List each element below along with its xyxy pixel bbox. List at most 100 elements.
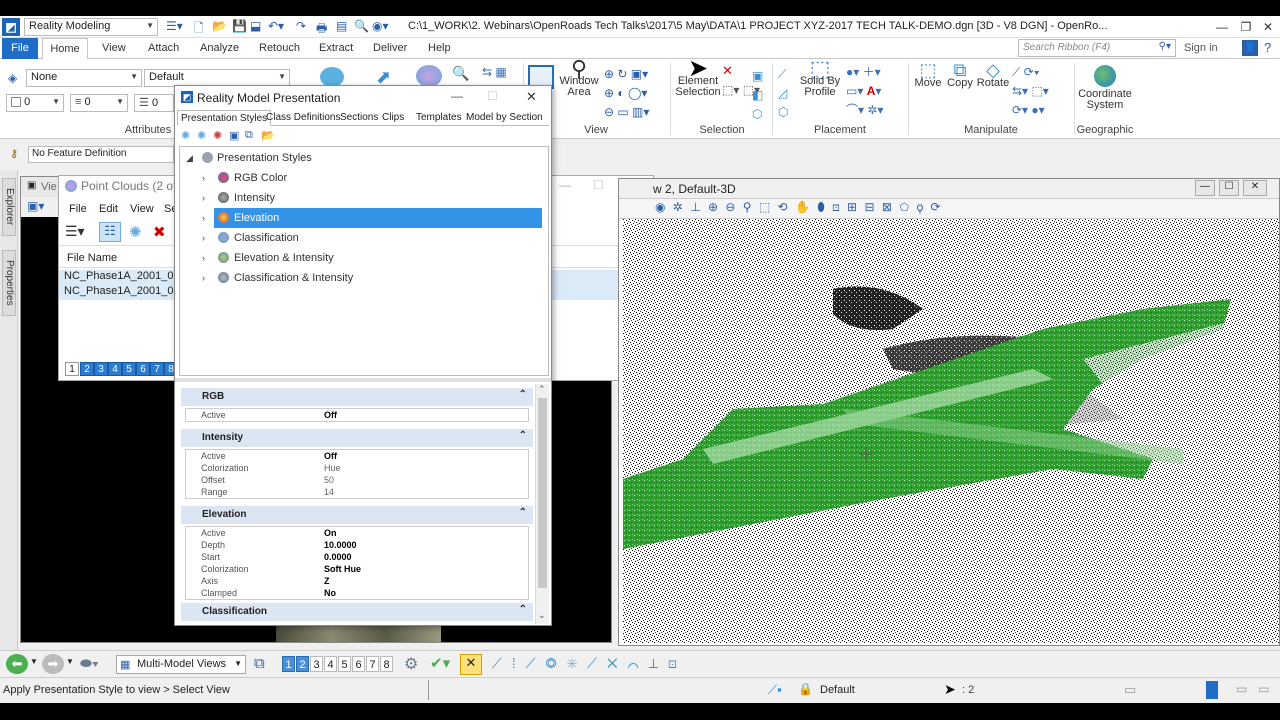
tab-class-definitions[interactable]: Class Definitions <box>263 110 343 126</box>
properties-scrollbar[interactable]: ⌃ ⌄ <box>535 384 549 624</box>
property-value[interactable]: No <box>324 588 336 598</box>
expand-arrow-icon[interactable]: › <box>202 208 205 228</box>
element-selection-button[interactable]: ➤ Element Selection <box>674 57 722 98</box>
tab-retouch[interactable]: Retouch <box>259 42 300 54</box>
copy-button[interactable]: ⧉ Copy <box>944 61 976 89</box>
property-row[interactable]: Axis Z <box>186 576 530 588</box>
splitter[interactable] <box>175 378 551 382</box>
view-button-5[interactable]: 5 <box>338 656 351 672</box>
property-row[interactable]: Offset 50 <box>186 475 530 487</box>
minimize-icon[interactable]: — <box>451 89 463 103</box>
property-value[interactable]: Hue <box>324 463 341 473</box>
collapse-icon[interactable]: ⌃ <box>519 604 527 615</box>
copy-style-icon[interactable]: ✺ <box>197 129 206 142</box>
page-6[interactable]: 6 <box>136 362 150 376</box>
panel-icon[interactable]: ▭ <box>1258 682 1269 696</box>
property-value[interactable]: 0.0000 <box>324 552 352 562</box>
coordinate-system-button[interactable]: Coordinate System <box>1076 65 1134 111</box>
place-line-icon[interactable]: ⟋ ◿ ⬡ <box>778 65 788 122</box>
tree-item-classification-intensity[interactable]: › Classification & Intensity <box>180 268 548 288</box>
section-classification[interactable]: Classification ⌃ <box>181 603 533 621</box>
linestyle-select[interactable]: ☰ 0 <box>134 94 174 112</box>
save-icon[interactable]: 💾 <box>232 19 247 33</box>
details-view-icon[interactable]: ☷ <box>99 222 121 242</box>
find-tool-icon[interactable]: 🔍 <box>452 65 469 82</box>
view-button-8[interactable]: 8 <box>380 656 393 672</box>
manipulate-tools-icon[interactable]: ⟋ ⟳▾ ⇆▾ ⬚▾ ⟳▾ ●▾ <box>1012 63 1049 120</box>
list-view-icon[interactable]: ☰▾ <box>65 223 85 240</box>
maximize-icon[interactable]: ☐ <box>1219 180 1239 196</box>
color-select[interactable]: 0 ▼ <box>6 94 64 112</box>
collapse-icon[interactable]: ⌃ <box>519 507 527 518</box>
collapse-arrow-icon[interactable]: ◢ <box>186 148 193 168</box>
properties-icon[interactable]: ▤ <box>336 19 347 33</box>
solid-by-profile-button[interactable]: ⬚ Solid By Profile <box>798 58 842 98</box>
workflow-select[interactable]: Reality Modeling ▼ <box>24 18 158 36</box>
minimize-icon[interactable]: — <box>1195 180 1215 196</box>
move-button[interactable]: ⬚ Move <box>912 61 944 89</box>
maximize-icon[interactable]: ☐ <box>593 178 604 192</box>
help-icon[interactable]: ? <box>1264 40 1271 55</box>
restore-icon[interactable]: ❐ <box>1236 18 1256 36</box>
scroll-thumb[interactable] <box>538 398 547 588</box>
view-tools-icon[interactable]: ⊕ ↻ ▣▾ ⊕ ◐ ◯▾ ⊖ ▭ ▥▾ <box>604 65 664 122</box>
tree-item-intensity[interactable]: › Intensity <box>180 188 548 208</box>
property-row[interactable]: Clamped No <box>186 588 530 600</box>
minimize-icon[interactable]: — <box>559 178 571 192</box>
tab-sections[interactable]: Sections <box>337 110 381 126</box>
dialog-titlebar[interactable]: ◩ Reality Model Presentation — ☐ ✕ <box>175 86 551 110</box>
design-history-icon[interactable]: ▭ <box>1124 682 1136 698</box>
notifications-icon[interactable]: ▭ <box>1236 682 1247 696</box>
minimize-icon[interactable]: — <box>1212 18 1232 36</box>
expand-arrow-icon[interactable]: › <box>202 168 205 188</box>
view-button-1[interactable]: 1 <box>282 656 295 672</box>
view-controls-icon[interactable]: ◉ ✲ ⊥ ⊕ ⊖ ⚲ ⬚ ⟲ ✋ ⬮ ⊡ ⊞ ⊟ ⊠ ⬠ ⚲ ⟳ <box>655 200 943 215</box>
property-value[interactable]: Z <box>324 576 330 586</box>
column-file-name[interactable]: File Name <box>67 252 117 264</box>
property-row[interactable]: Colorization Soft Hue <box>186 564 530 576</box>
collapse-icon[interactable]: ⌃ <box>519 430 527 441</box>
shape-tools-icon[interactable]: ●▾ ＋▾ ▭▾ A▾ ⌒▾ ✲▾ <box>846 63 883 120</box>
undo-icon[interactable]: ↶▾ <box>268 19 284 33</box>
saved-views-select[interactable]: ▦ Multi-Model Views ▼ <box>116 655 246 674</box>
expand-arrow-icon[interactable]: › <box>202 228 205 248</box>
level-select[interactable]: None ▼ <box>26 69 142 87</box>
settings-gear-icon[interactable]: ⚙ <box>404 654 418 674</box>
view-button-4[interactable]: 4 <box>324 656 337 672</box>
property-row[interactable]: Start 0.0000 <box>186 552 530 564</box>
point-cloud-icon[interactable] <box>416 65 442 87</box>
close-icon[interactable]: ✕ <box>1258 18 1278 36</box>
keypoint-snap-icon[interactable]: ✕ <box>460 654 482 675</box>
page-4[interactable]: 4 <box>108 362 122 376</box>
page-2[interactable]: 2 <box>80 362 94 376</box>
section-intensity[interactable]: Intensity ⌃ <box>181 429 533 447</box>
close-icon[interactable]: ✕ <box>1243 180 1267 196</box>
property-value[interactable]: 14 <box>324 487 334 497</box>
property-row[interactable]: Range 14 <box>186 487 530 499</box>
models-icon[interactable]: ⬬▾ <box>80 655 99 672</box>
search-ribbon-input[interactable]: Search Ribbon (F4) ⚲▾ <box>1018 39 1176 57</box>
print-icon[interactable]: 🖶 <box>316 19 327 40</box>
tree-item-elevation-intensity[interactable]: › Elevation & Intensity <box>180 248 548 268</box>
menu-edit[interactable]: Edit <box>99 203 118 215</box>
scroll-down-icon[interactable]: ⌄ <box>538 610 546 621</box>
property-row[interactable]: Active Off <box>186 451 530 463</box>
save-settings-icon[interactable]: ⬓ <box>250 19 261 33</box>
tab-deliver[interactable]: Deliver <box>373 42 407 54</box>
open-file-icon[interactable]: 📂 <box>212 19 227 33</box>
weight-select[interactable]: ≡ 0 ▼ <box>70 94 128 112</box>
accudraw-icon[interactable]: ⟋▪ <box>768 682 782 698</box>
side-tab-explorer[interactable]: Explorer <box>2 178 16 236</box>
expand-arrow-icon[interactable]: › <box>202 188 205 208</box>
expand-arrow-icon[interactable]: › <box>202 268 205 288</box>
tree-item-rgb-color[interactable]: › RGB Color <box>180 168 548 188</box>
view-groups-icon[interactable]: ⧉ <box>254 655 265 672</box>
window-area-button[interactable]: ⚲ Window Area <box>558 58 600 98</box>
property-value[interactable]: On <box>324 528 337 538</box>
tab-view[interactable]: View <box>102 42 126 54</box>
side-tab-properties[interactable]: Properties <box>2 250 16 316</box>
forward-icon[interactable]: ➡ <box>42 654 64 674</box>
page-3[interactable]: 3 <box>94 362 108 376</box>
property-row[interactable]: Active Off <box>186 410 530 422</box>
point-cloud-render[interactable] <box>623 219 1279 643</box>
